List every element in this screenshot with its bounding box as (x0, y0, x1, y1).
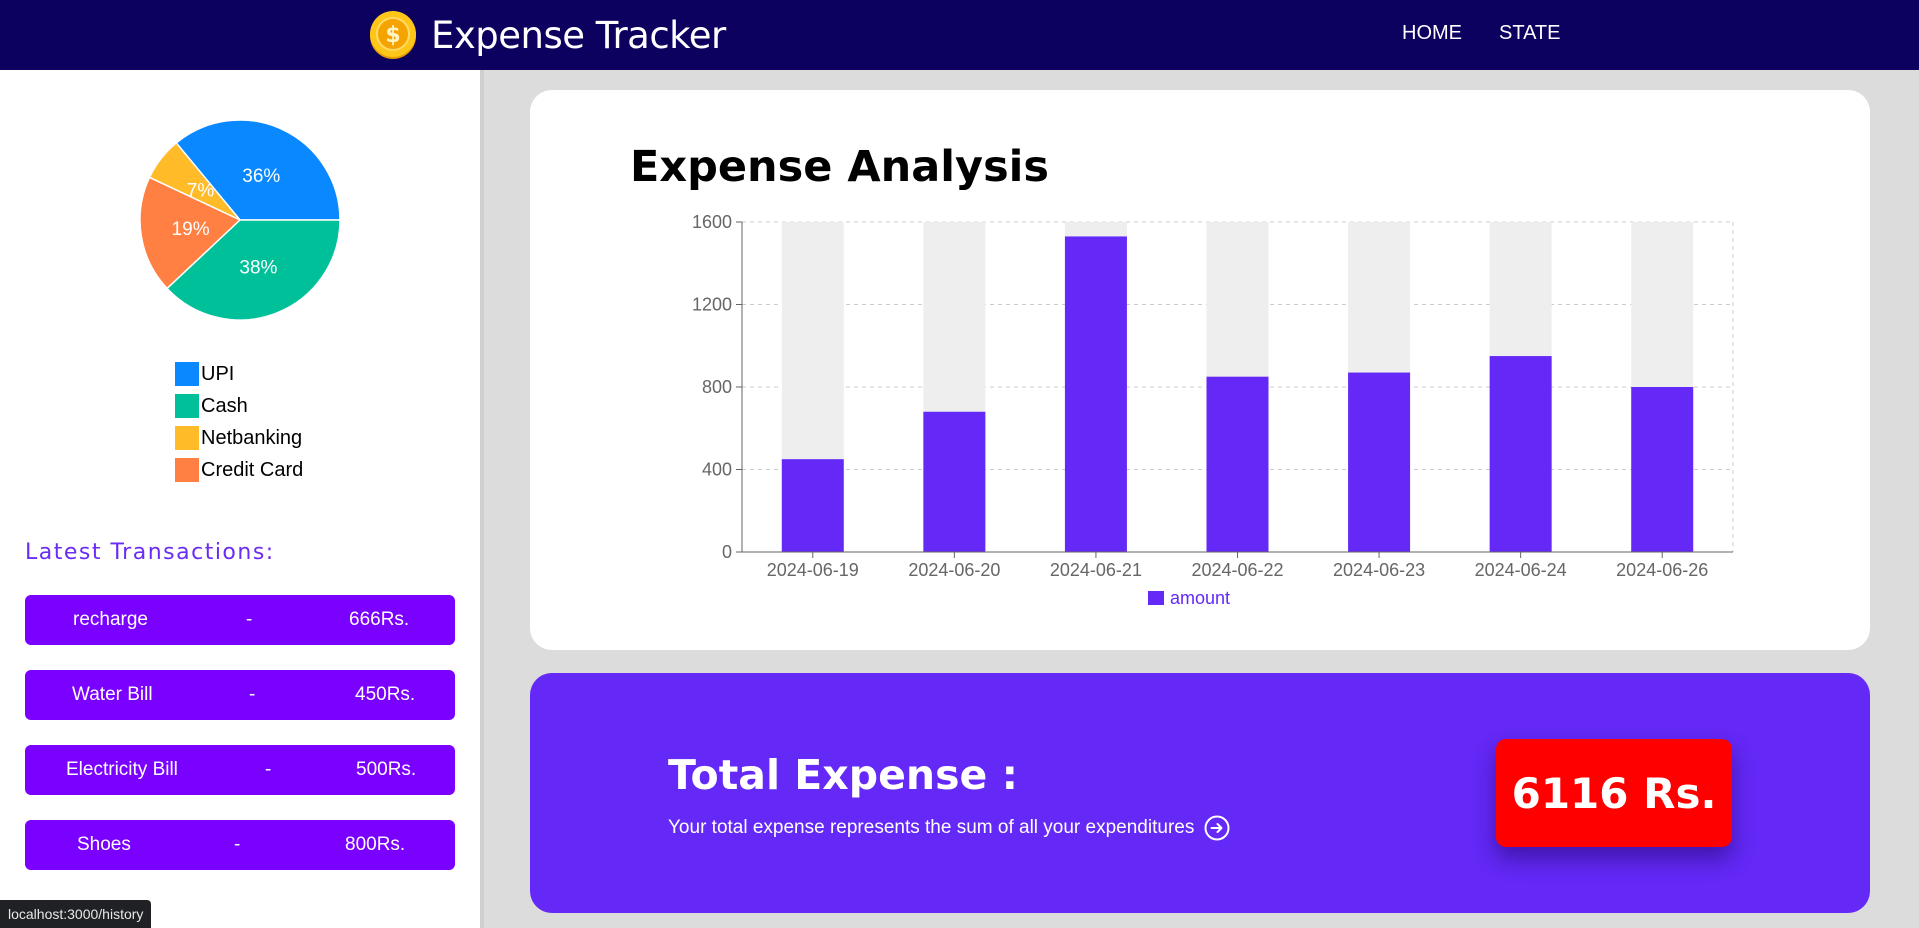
transaction-row[interactable]: Shoes - 800Rs. (25, 820, 455, 870)
transaction-name: Water Bill (72, 684, 153, 705)
legend-item-upi: UPI (175, 358, 303, 390)
transaction-amount: 500Rs. (356, 759, 417, 780)
transaction-row[interactable]: recharge - 666Rs. (25, 595, 455, 645)
sidebar: 36% 7% 19% 38% UPI Cash Netbanking Credit C… (0, 70, 480, 928)
bar-2024-06-22[interactable] (1206, 376, 1269, 552)
nav-links: HOME STATE (1402, 22, 1597, 45)
x-tick-label: 2024-06-20 (908, 560, 1000, 580)
bar-2024-06-19[interactable] (781, 459, 844, 552)
x-tick-label: 2024-06-24 (1475, 560, 1567, 580)
y-tick-label: 800 (702, 377, 732, 397)
y-tick-label: 1600 (692, 212, 732, 232)
total-expense-description: Your total expense represents the sum of… (668, 817, 1195, 838)
transaction-separator: - (265, 759, 272, 780)
total-expense-card: Total Expense : Your total expense repre… (530, 673, 1870, 913)
x-tick-label: 2024-06-26 (1616, 560, 1708, 580)
arrow-right-circle-icon[interactable] (1204, 815, 1230, 841)
legend-label: Credit Card (201, 458, 304, 481)
payment-pie-chart: 36% 7% 19% 38% (139, 119, 341, 324)
y-tick-label: 1200 (692, 295, 732, 315)
expense-analysis-card: Expense Analysis 0 400 800 1200 1600 2024-06-… (530, 90, 1870, 650)
transaction-row[interactable]: Water Bill - 450Rs. (25, 670, 455, 720)
legend-item-cash: Cash (175, 390, 303, 422)
pie-legend: UPI Cash Netbanking Credit Card (175, 358, 303, 486)
latest-transactions-heading: Latest Transactions: (25, 540, 275, 565)
transaction-amount: 800Rs. (345, 834, 406, 855)
y-tick-label: 400 (702, 460, 732, 480)
legend-swatch-upi (175, 362, 199, 386)
total-expense-description-row: Your total expense represents the sum of… (668, 815, 1230, 841)
transaction-name: recharge (73, 609, 148, 630)
status-bar-url: localhost:3000/history (0, 900, 152, 928)
bar-legend-swatch (1148, 591, 1164, 605)
svg-text:$: $ (385, 23, 400, 48)
legend-swatch-netbanking (175, 426, 199, 450)
brand[interactable]: $ Expense Tracker (369, 10, 726, 60)
navbar: $ Expense Tracker HOME STATE (0, 0, 1919, 70)
x-tick-label: 2024-06-22 (1191, 560, 1283, 580)
legend-label: Cash (201, 394, 248, 417)
bar-legend-label: amount (1170, 588, 1230, 608)
app-title: Expense Tracker (431, 13, 726, 57)
transaction-separator: - (246, 609, 253, 630)
x-tick-label: 2024-06-21 (1050, 560, 1142, 580)
bar-2024-06-21[interactable] (1064, 236, 1127, 552)
total-expense-title: Total Expense : (668, 751, 1018, 799)
transaction-amount: 666Rs. (349, 609, 410, 630)
y-tick-label: 0 (722, 542, 732, 562)
transaction-name: Shoes (77, 834, 131, 855)
pie-slice-label: 38% (239, 257, 277, 278)
legend-item-netbanking: Netbanking (175, 422, 303, 454)
bar-2024-06-23[interactable] (1348, 372, 1411, 552)
legend-swatch-cash (175, 394, 199, 418)
legend-item-credit-card: Credit Card (175, 454, 303, 486)
pie-svg: 36%7%19%38% (139, 119, 341, 321)
bar-2024-06-20[interactable] (923, 411, 986, 552)
nav-state-link[interactable]: STATE (1499, 22, 1560, 45)
nav-home-link[interactable]: HOME (1402, 22, 1462, 45)
bar-2024-06-24[interactable] (1489, 356, 1552, 552)
transaction-row[interactable]: Electricity Bill - 500Rs. (25, 745, 455, 795)
legend-label: Netbanking (201, 426, 303, 449)
transaction-amount: 450Rs. (355, 684, 416, 705)
bar-chart: 0 400 800 1200 1600 2024-06-19 2024-06-20 2024-… (692, 212, 1734, 608)
bar-2024-06-26[interactable] (1631, 387, 1694, 552)
transactions-list: recharge - 666Rs. Water Bill - 450Rs. El… (25, 595, 455, 895)
legend-swatch-credit-card (175, 458, 199, 482)
coin-logo-icon: $ (370, 11, 416, 59)
total-expense-amount: 6116 Rs. (1496, 739, 1732, 847)
sidebar-divider (480, 70, 484, 928)
x-tick-label: 2024-06-23 (1333, 560, 1425, 580)
transaction-separator: - (249, 684, 256, 705)
transaction-name: Electricity Bill (66, 759, 178, 780)
pie-slice-label: 19% (172, 219, 210, 240)
transaction-separator: - (234, 834, 241, 855)
x-tick-label: 2024-06-19 (767, 560, 859, 580)
pie-slice-label: 36% (242, 166, 280, 187)
legend-label: UPI (201, 362, 235, 385)
